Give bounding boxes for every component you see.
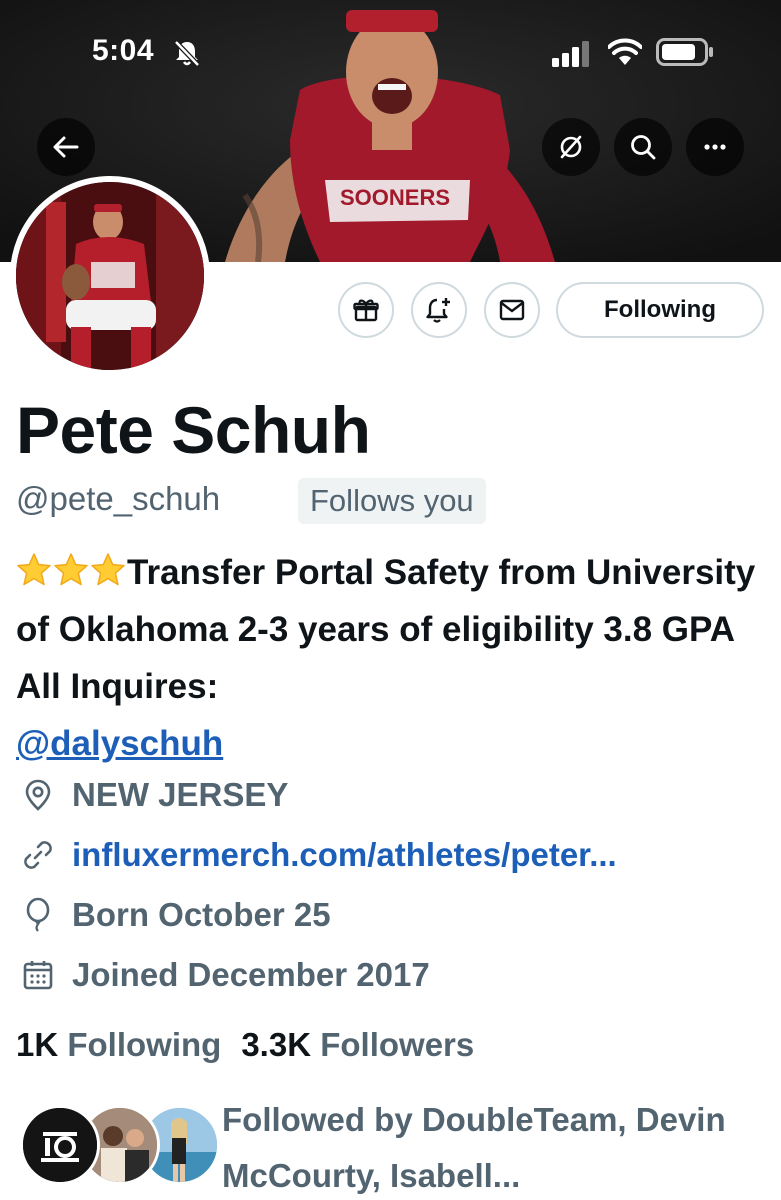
search-icon bbox=[631, 135, 656, 160]
profile-handle: @pete_schuh bbox=[16, 480, 221, 517]
follows-you-badge: Follows you bbox=[298, 478, 486, 524]
joined-text: Joined December 2017 bbox=[72, 956, 430, 993]
bio-text: Transfer Portal Safety from University o… bbox=[16, 553, 756, 706]
follow-stats: 1K Following 3.3K Followers bbox=[16, 1026, 494, 1064]
grok-button[interactable] bbox=[542, 118, 600, 176]
website-link[interactable]: influxermerch.com/athletes/peter... bbox=[72, 836, 617, 874]
following-stat[interactable]: 1K Following bbox=[16, 1026, 221, 1064]
profile-avatar[interactable] bbox=[10, 176, 210, 376]
followers-count: 3.3K bbox=[241, 1026, 312, 1063]
link-icon bbox=[24, 841, 52, 869]
star-rating bbox=[16, 553, 127, 592]
star-icon bbox=[54, 553, 88, 586]
gift-button[interactable] bbox=[338, 282, 394, 338]
following-button[interactable]: Following bbox=[556, 282, 764, 338]
followers-stat[interactable]: 3.3K Followers bbox=[241, 1026, 474, 1064]
grok-icon bbox=[560, 135, 582, 159]
more-horizontal-icon bbox=[704, 144, 726, 150]
website-row: influxermerch.com/athletes/peter... bbox=[20, 836, 617, 874]
location-pin-icon bbox=[25, 779, 51, 811]
back-button[interactable] bbox=[37, 118, 95, 176]
wifi-icon bbox=[608, 38, 642, 65]
status-bar: 5:04 bbox=[0, 0, 781, 100]
followed-by-text[interactable]: Followed by DoubleTeam, Devin McCourty, … bbox=[222, 1092, 762, 1200]
display-name: Pete Schuh bbox=[16, 393, 371, 467]
location-row: NEW JERSEY bbox=[20, 776, 288, 814]
search-button[interactable] bbox=[614, 118, 672, 176]
followed-by-avatars[interactable] bbox=[20, 1105, 220, 1185]
birthday-text: Born October 25 bbox=[72, 896, 331, 933]
banner-jersey-text: SOONERS bbox=[340, 185, 450, 210]
star-icon bbox=[91, 553, 125, 586]
more-options-button[interactable] bbox=[686, 118, 744, 176]
cellular-signal-icon bbox=[552, 41, 589, 67]
bio-mention-link[interactable]: @dalyschuh bbox=[16, 724, 223, 763]
gift-icon bbox=[353, 299, 379, 322]
arrow-left-icon bbox=[53, 136, 79, 158]
message-button[interactable] bbox=[484, 282, 540, 338]
star-icon bbox=[17, 553, 51, 586]
balloon-icon bbox=[26, 897, 50, 932]
bell-off-icon bbox=[174, 40, 200, 67]
following-count: 1K bbox=[16, 1026, 59, 1063]
avatar-photo bbox=[16, 182, 204, 370]
joined-row: Joined December 2017 bbox=[20, 956, 430, 994]
location-text: NEW JERSEY bbox=[72, 776, 289, 813]
notifications-button[interactable] bbox=[411, 282, 467, 338]
calendar-icon bbox=[23, 961, 53, 990]
birthday-row: Born October 25 bbox=[20, 896, 331, 934]
profile-bio: Transfer Portal Safety from University o… bbox=[16, 544, 766, 772]
bell-plus-icon bbox=[426, 298, 450, 323]
status-time: 5:04 bbox=[92, 34, 155, 67]
followers-label: Followers bbox=[320, 1026, 475, 1063]
battery-icon bbox=[656, 38, 713, 66]
mail-icon bbox=[499, 299, 525, 321]
follower-avatar bbox=[20, 1105, 100, 1185]
following-label: Following bbox=[67, 1026, 222, 1063]
